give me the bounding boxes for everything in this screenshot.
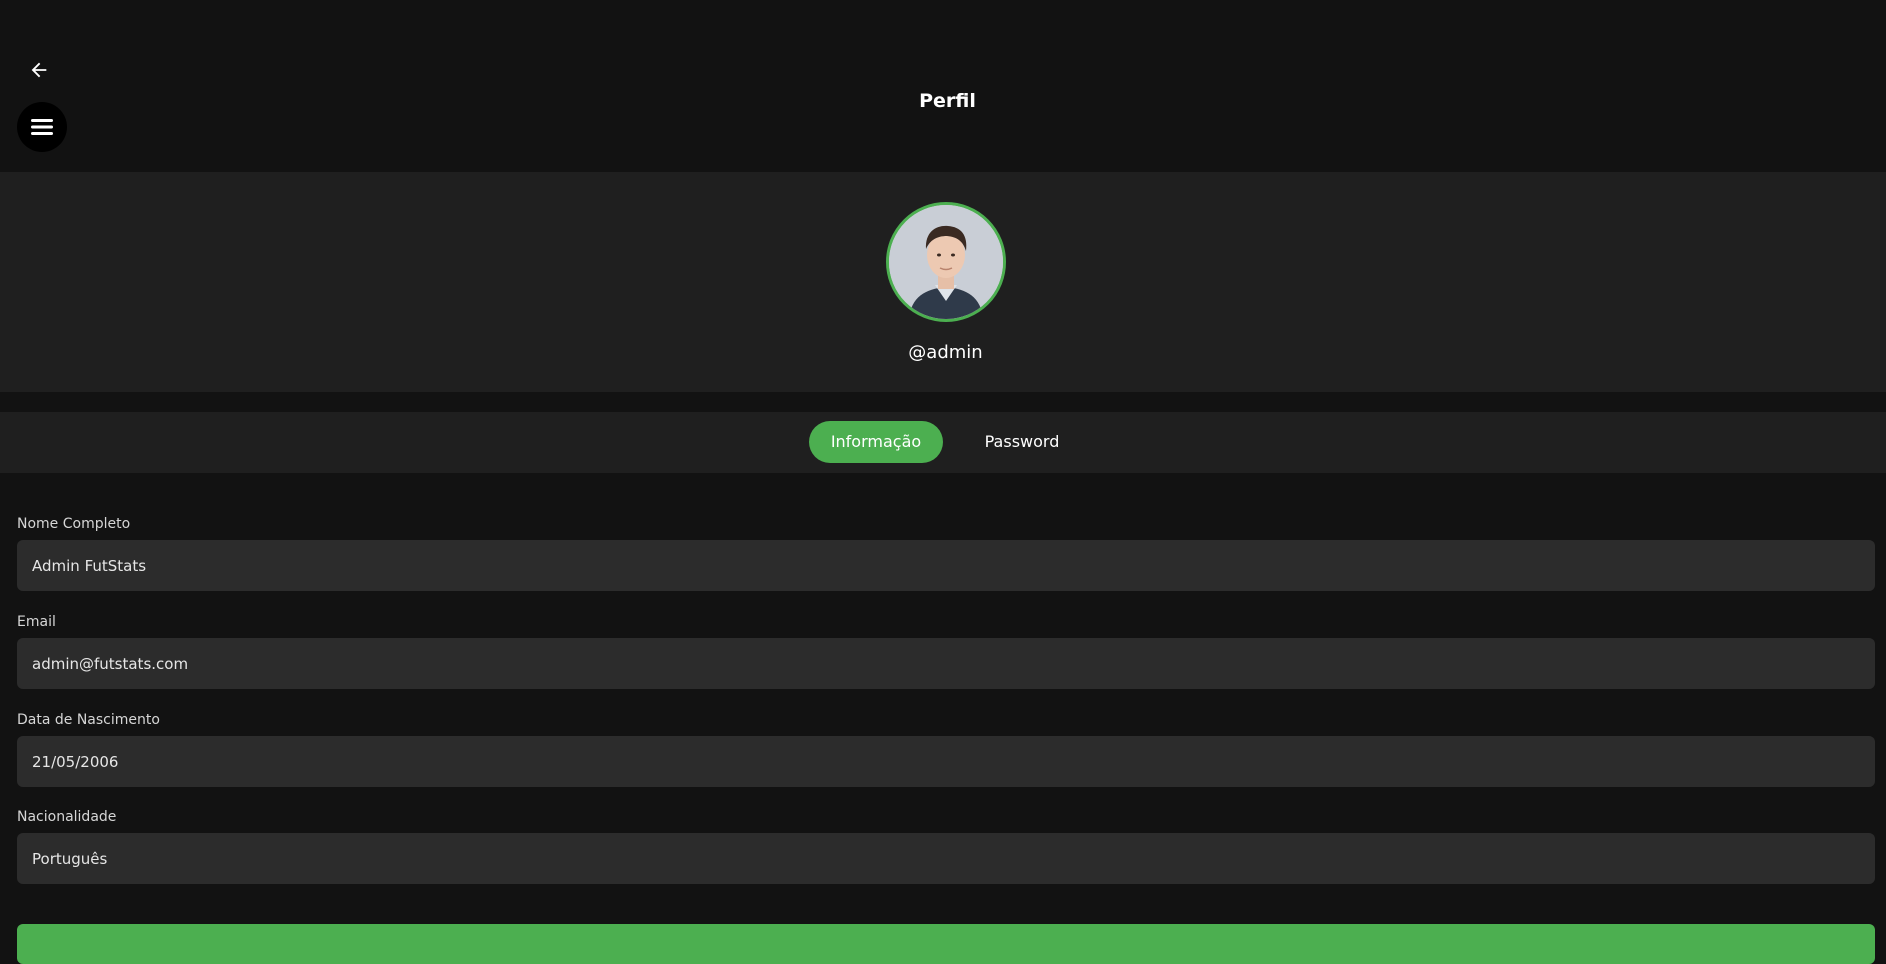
app-header: Perfil [0, 0, 1886, 172]
back-button[interactable] [26, 57, 52, 83]
nationality-field[interactable] [17, 833, 1875, 884]
full-name-field[interactable] [17, 540, 1875, 591]
tabs-bar: Informação Password [0, 412, 1886, 473]
birth-date-label: Data de Nascimento [17, 712, 160, 728]
avatar [886, 202, 1006, 322]
username: @admin [908, 342, 983, 363]
save-button[interactable] [17, 924, 1875, 964]
page-title: Perfil [919, 90, 976, 112]
tab-password[interactable]: Password [965, 421, 1079, 463]
hamburger-menu-icon [31, 119, 53, 135]
birth-date-field[interactable] [17, 736, 1875, 787]
full-name-label: Nome Completo [17, 516, 131, 532]
avatar-photo [889, 205, 1003, 319]
email-label: Email [17, 614, 56, 630]
nationality-label: Nacionalidade [17, 809, 117, 825]
profile-section: @admin [0, 172, 1886, 392]
arrow-left-icon [31, 62, 47, 78]
email-field[interactable] [17, 638, 1875, 689]
tab-informacao[interactable]: Informação [809, 421, 943, 463]
